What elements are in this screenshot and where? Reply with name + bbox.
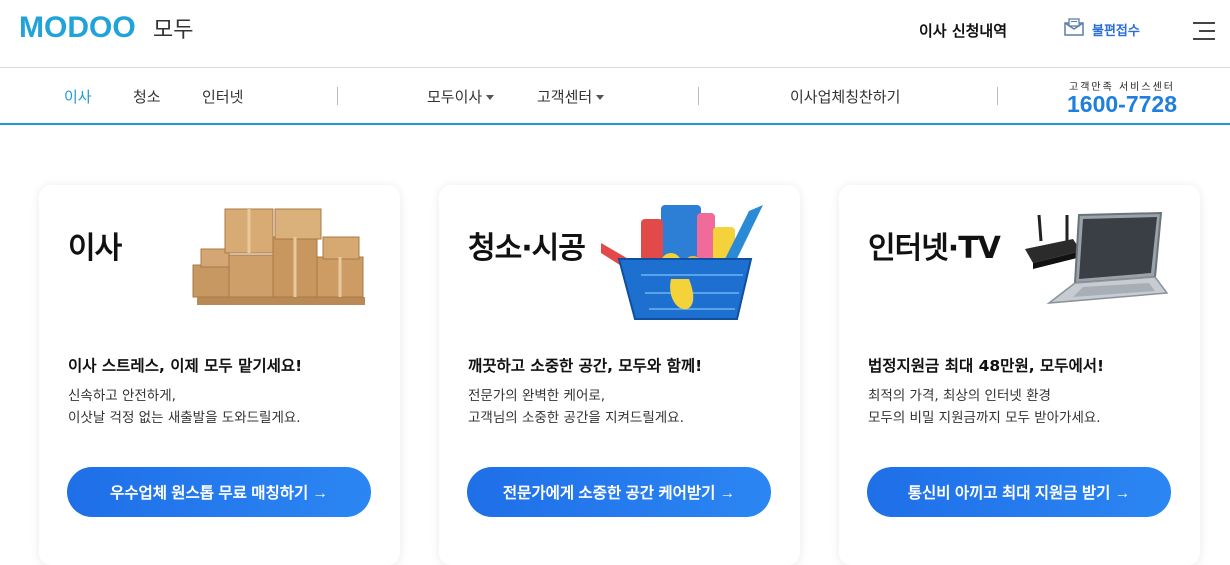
card-desc-line: 모두의 비밀 지원금까지 모두 받아가세요. (868, 410, 1101, 426)
nav-item-moving[interactable]: 이사 (64, 86, 92, 107)
nav-item-internet[interactable]: 인터넷 (202, 86, 243, 107)
nav-item-cleaning[interactable]: 청소 (133, 86, 161, 107)
move-request-history-link[interactable]: 이사 신청내역 (919, 20, 1007, 41)
moving-match-button[interactable]: 우수업체 원스톱 무료 매칭하기 → (67, 467, 371, 517)
cleaning-card: 청소·시공 깨끗하고 소중한 공간, 모두와 함께! 전문가의 완벽한 케어로,… (439, 185, 800, 565)
card-headline: 법정지원금 최대 48만원, 모두에서! (868, 357, 1105, 375)
service-cards: 이사 이사 스트레스, 이제 모두 맡기세요! 신속하고 안전하게, 이삿날 걱… (0, 126, 1230, 565)
card-title: 청소·시공 (468, 231, 586, 266)
logo-text: MODOO (19, 11, 136, 42)
card-title: 인터넷·TV (868, 231, 1001, 266)
card-title: 이사 (68, 231, 122, 266)
caret-down-icon (486, 95, 495, 100)
complaint-button[interactable]: 불편접수 (1064, 18, 1140, 40)
nav-item-customer-center-label: 고객센터 (537, 88, 593, 106)
card-desc-line: 신속하고 안전하게, (68, 388, 176, 404)
moving-card: 이사 이사 스트레스, 이제 모두 맡기세요! 신속하고 안전하게, 이삿날 걱… (39, 185, 400, 565)
card-desc-line: 최적의 가격, 최상의 인터넷 환경 (868, 388, 1051, 404)
complaint-label: 불편접수 (1092, 23, 1140, 39)
customer-service-phone[interactable]: 1600-7728 (1067, 91, 1177, 118)
modoo-logo[interactable]: MODOO (19, 10, 139, 42)
envelope-icon (1064, 18, 1084, 40)
nav-item-praise-company[interactable]: 이사업체칭찬하기 (790, 86, 900, 107)
nav-item-customer-center[interactable]: 고객센터 (537, 86, 605, 107)
card-headline: 이사 스트레스, 이제 모두 맡기세요! (68, 357, 303, 375)
moving-boxes-image (192, 208, 365, 305)
card-description: 최적의 가격, 최상의 인터넷 환경 모두의 비밀 지원금까지 모두 받아가세요… (868, 385, 1101, 429)
nav-divider (698, 87, 699, 105)
card-desc-line: 전문가의 완벽한 케어로, (468, 388, 606, 404)
nav-item-modoo-moving-label: 모두이사 (427, 88, 483, 106)
card-headline: 깨끗하고 소중한 공간, 모두와 함께! (468, 357, 703, 375)
cleaning-basket-image (601, 205, 763, 320)
card-description: 전문가의 완벽한 케어로, 고객님의 소중한 공간을 지켜드릴게요. (468, 385, 684, 429)
main-nav: 이사 청소 인터넷 모두이사 고객센터 이사업체칭찬하기 고객만족 서비스센터 … (0, 69, 1230, 125)
card-desc-line: 고객님의 소중한 공간을 지켜드릴게요. (468, 410, 684, 426)
card-desc-line: 이삿날 걱정 없는 새출발을 도와드릴게요. (68, 410, 301, 426)
caret-down-icon (596, 95, 605, 100)
brand-name-kr: 모두 (153, 18, 194, 43)
nav-divider (997, 87, 998, 105)
card-description: 신속하고 안전하게, 이삿날 걱정 없는 새출발을 도와드릴게요. (68, 385, 301, 429)
logo-mark: MODOO (19, 11, 136, 42)
internet-support-button[interactable]: 통신비 아끼고 최대 지원금 받기 → (867, 467, 1171, 517)
router-laptop-image (1025, 211, 1169, 304)
nav-item-modoo-moving[interactable]: 모두이사 (427, 86, 495, 107)
top-header: MODOO 모두 이사 신청내역 불편접수 (0, 0, 1230, 68)
nav-divider (337, 87, 338, 105)
cleaning-care-button[interactable]: 전문가에게 소중한 공간 케어받기 → (467, 467, 771, 517)
hamburger-menu-icon[interactable] (1193, 20, 1215, 40)
internet-tv-card: 인터넷·TV 법정지원금 최대 48만원, 모두에서! 최적의 가격, 최상의 … (839, 185, 1200, 565)
